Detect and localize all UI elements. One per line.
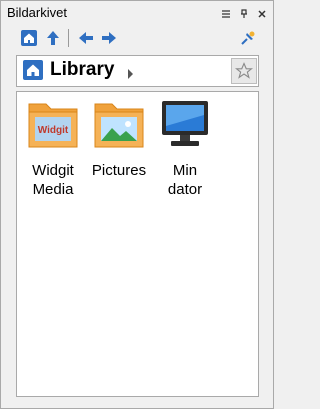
back-button[interactable] [75,27,97,49]
toolbar-separator [68,29,69,47]
library-item-min-dator[interactable]: Min dator [153,98,217,199]
pin-icon [241,31,255,45]
folder-pictures-icon [94,103,144,148]
forward-button[interactable] [98,27,120,49]
computer-icon [162,101,208,146]
library-content: Widgit Widgit Media Pictures Min dator [16,91,259,397]
panel-titlebar: Bildarkivet [1,1,273,25]
bildarkivet-panel: Bildarkivet Library Widgit Widgit Media … [0,0,274,409]
item-label: Pictures [91,162,147,179]
pin-button[interactable] [237,27,259,49]
path-bar: Library [16,55,259,87]
home-icon [21,30,37,46]
library-item-widgit-media[interactable]: Widgit Widgit Media [21,98,85,199]
star-icon [235,62,253,79]
widgit-thumb-text: Widgit [38,125,69,136]
item-label: Widgit Media [32,162,74,198]
library-item-pictures[interactable]: Pictures [87,98,151,180]
pin-window-icon[interactable] [239,6,249,24]
panel-title: Bildarkivet [7,5,67,20]
up-button[interactable] [42,27,64,49]
item-label: Min dator [167,162,203,198]
favorite-button[interactable] [231,58,257,84]
folder-widgit-icon: Widgit [28,103,78,148]
forward-icon [102,32,116,44]
path-library-label[interactable]: Library [50,59,114,81]
navigation-toolbar [1,27,273,51]
close-icon[interactable] [257,6,267,24]
home-button[interactable] [18,27,40,49]
path-chevron-icon[interactable] [128,66,134,84]
up-icon [47,31,59,45]
titlebar-controls [221,6,267,24]
library-home-icon[interactable] [23,60,43,85]
menu-icon[interactable] [221,6,231,24]
back-icon [79,32,93,44]
